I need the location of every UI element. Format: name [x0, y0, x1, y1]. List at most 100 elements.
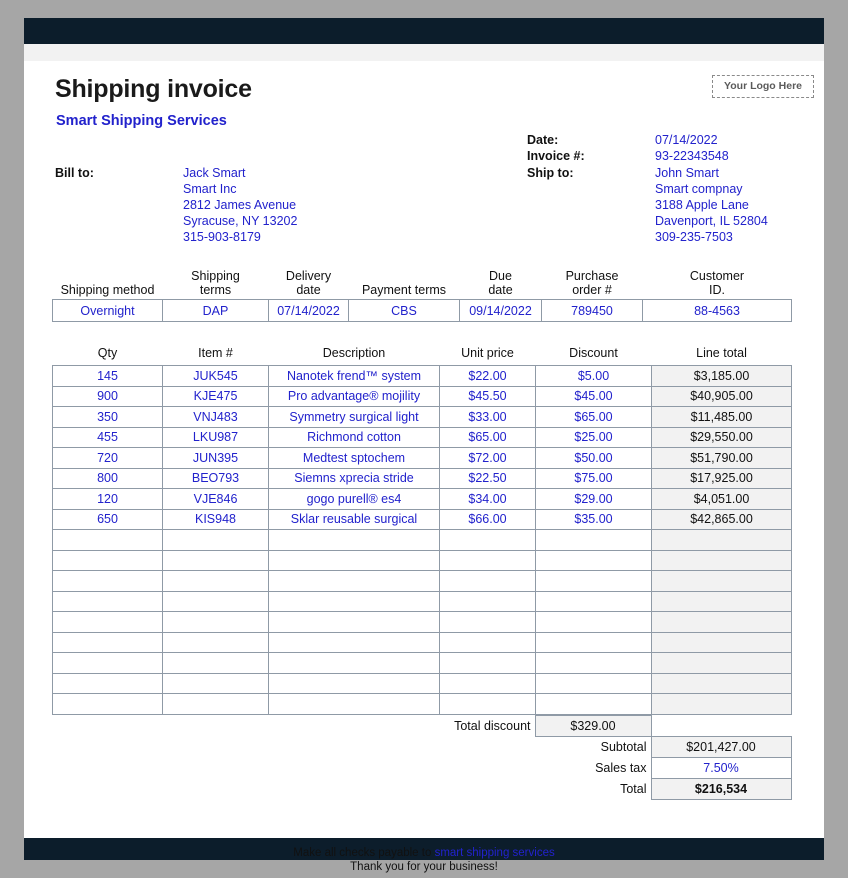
cell-description[interactable]: Siemns xprecia stride [268, 467, 440, 489]
cell-description-empty[interactable] [268, 570, 440, 592]
cell-line-total[interactable]: $17,925.00 [651, 467, 792, 489]
cell-unit-price[interactable]: $66.00 [439, 508, 536, 530]
cell-discount-empty[interactable] [535, 529, 652, 551]
cell-item-number[interactable]: VJE846 [162, 488, 269, 510]
value-shipping-terms[interactable]: DAP [162, 299, 269, 322]
value-due-date[interactable]: 09/14/2022 [459, 299, 542, 322]
cell-line-total-empty[interactable] [651, 652, 792, 674]
cell-description-empty[interactable] [268, 672, 440, 694]
cell-discount-empty[interactable] [535, 672, 652, 694]
cell-description-empty[interactable] [268, 549, 440, 571]
cell-line-total[interactable]: $40,905.00 [651, 385, 792, 407]
cell-discount-empty[interactable] [535, 590, 652, 612]
cell-description[interactable]: gogo purell® es4 [268, 488, 440, 510]
cell-unit-price-empty[interactable] [439, 672, 536, 694]
cell-item-number[interactable]: JUN395 [162, 447, 269, 469]
cell-description[interactable]: Nanotek frend™ system [268, 365, 440, 387]
cell-discount-empty[interactable] [535, 652, 652, 674]
cell-unit-price[interactable]: $22.00 [439, 365, 536, 387]
cell-line-total-empty[interactable] [651, 611, 792, 633]
bill-to-address[interactable]: Jack Smart Smart Inc 2812 James Avenue S… [183, 165, 297, 245]
cell-discount[interactable]: $50.00 [535, 447, 652, 469]
cell-item-number-empty[interactable] [162, 611, 269, 633]
cell-description-empty[interactable] [268, 590, 440, 612]
cell-item-number[interactable]: KIS948 [162, 508, 269, 530]
cell-line-total-empty[interactable] [651, 549, 792, 571]
cell-qty-empty[interactable] [52, 672, 163, 694]
value-delivery-date[interactable]: 07/14/2022 [268, 299, 349, 322]
cell-discount-empty[interactable] [535, 549, 652, 571]
cell-unit-price-empty[interactable] [439, 529, 536, 551]
cell-discount[interactable]: $25.00 [535, 426, 652, 448]
cell-description-empty[interactable] [268, 631, 440, 653]
cell-item-number[interactable]: VNJ483 [162, 406, 269, 428]
invoice-number-value[interactable]: 93-22343548 [655, 149, 729, 163]
cell-line-total-empty[interactable] [651, 693, 792, 715]
cell-qty-empty[interactable] [52, 590, 163, 612]
cell-discount-empty[interactable] [535, 570, 652, 592]
cell-item-number[interactable]: KJE475 [162, 385, 269, 407]
cell-unit-price-empty[interactable] [439, 570, 536, 592]
cell-discount[interactable]: $45.00 [535, 385, 652, 407]
cell-qty[interactable]: 350 [52, 406, 163, 428]
cell-line-total[interactable]: $42,865.00 [651, 508, 792, 530]
cell-description[interactable]: Pro advantage® mojility [268, 385, 440, 407]
cell-qty-empty[interactable] [52, 652, 163, 674]
cell-line-total-empty[interactable] [651, 590, 792, 612]
cell-unit-price[interactable]: $33.00 [439, 406, 536, 428]
cell-description[interactable]: Medtest sptochem [268, 447, 440, 469]
cell-discount[interactable]: $5.00 [535, 365, 652, 387]
cell-unit-price[interactable]: $22.50 [439, 467, 536, 489]
cell-qty[interactable]: 800 [52, 467, 163, 489]
cell-description-empty[interactable] [268, 529, 440, 551]
cell-line-total[interactable]: $3,185.00 [651, 365, 792, 387]
cell-description-empty[interactable] [268, 652, 440, 674]
cell-line-total-empty[interactable] [651, 672, 792, 694]
cell-qty-empty[interactable] [52, 611, 163, 633]
value-shipping-method[interactable]: Overnight [52, 299, 163, 322]
cell-item-number-empty[interactable] [162, 672, 269, 694]
date-value[interactable]: 07/14/2022 [655, 133, 718, 147]
footer-payee-link[interactable]: smart shipping services [435, 847, 555, 859]
cell-qty-empty[interactable] [52, 693, 163, 715]
cell-qty-empty[interactable] [52, 631, 163, 653]
cell-item-number-empty[interactable] [162, 570, 269, 592]
cell-unit-price[interactable]: $72.00 [439, 447, 536, 469]
cell-item-number[interactable]: JUK545 [162, 365, 269, 387]
cell-discount[interactable]: $65.00 [535, 406, 652, 428]
cell-description-empty[interactable] [268, 611, 440, 633]
cell-description[interactable]: Symmetry surgical light [268, 406, 440, 428]
cell-unit-price-empty[interactable] [439, 549, 536, 571]
cell-unit-price[interactable]: $45.50 [439, 385, 536, 407]
value-payment-terms[interactable]: CBS [348, 299, 460, 322]
cell-discount-empty[interactable] [535, 631, 652, 653]
cell-line-total[interactable]: $29,550.00 [651, 426, 792, 448]
cell-line-total-empty[interactable] [651, 570, 792, 592]
cell-unit-price-empty[interactable] [439, 693, 536, 715]
cell-description-empty[interactable] [268, 693, 440, 715]
cell-qty-empty[interactable] [52, 570, 163, 592]
cell-unit-price-empty[interactable] [439, 631, 536, 653]
cell-item-number[interactable]: LKU987 [162, 426, 269, 448]
logo-placeholder[interactable]: Your Logo Here [712, 75, 814, 98]
value-purchase-order[interactable]: 789450 [541, 299, 643, 322]
value-customer-id[interactable]: 88-4563 [642, 299, 792, 322]
cell-unit-price-empty[interactable] [439, 652, 536, 674]
cell-qty[interactable]: 455 [52, 426, 163, 448]
cell-qty-empty[interactable] [52, 529, 163, 551]
cell-discount[interactable]: $35.00 [535, 508, 652, 530]
cell-qty[interactable]: 120 [52, 488, 163, 510]
cell-item-number-empty[interactable] [162, 652, 269, 674]
cell-discount[interactable]: $75.00 [535, 467, 652, 489]
cell-qty[interactable]: 650 [52, 508, 163, 530]
ship-to-address[interactable]: John Smart Smart compnay 3188 Apple Lane… [655, 165, 768, 245]
cell-line-total[interactable]: $51,790.00 [651, 447, 792, 469]
cell-line-total-empty[interactable] [651, 631, 792, 653]
sales-tax-value[interactable]: 7.50% [650, 756, 792, 779]
cell-qty[interactable]: 720 [52, 447, 163, 469]
cell-unit-price[interactable]: $34.00 [439, 488, 536, 510]
cell-qty[interactable]: 900 [52, 385, 163, 407]
cell-line-total[interactable]: $4,051.00 [651, 488, 792, 510]
cell-item-number-empty[interactable] [162, 529, 269, 551]
cell-item-number-empty[interactable] [162, 590, 269, 612]
